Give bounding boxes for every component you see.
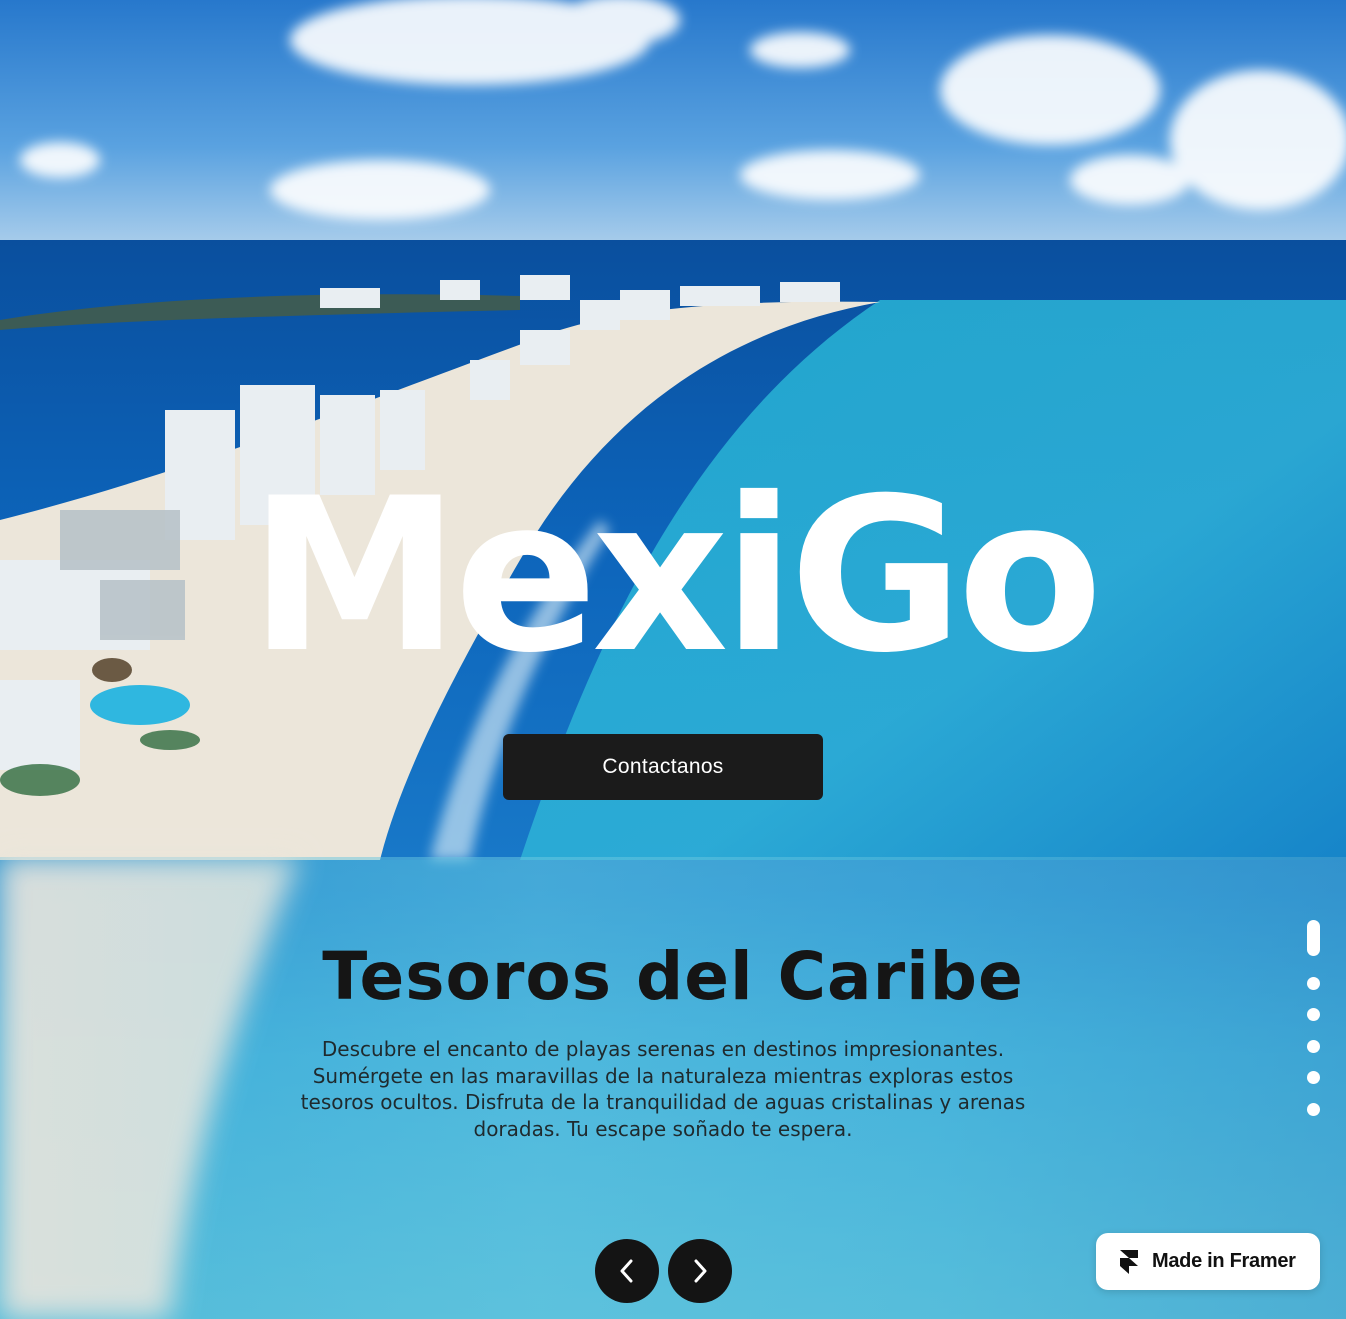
- pagination-dot[interactable]: [1307, 1071, 1320, 1084]
- contact-button[interactable]: Contactanos: [503, 734, 823, 800]
- badge-label: Made in Framer: [1152, 1250, 1296, 1272]
- slide-description: Descubre el encanto de playas serenas en…: [300, 1037, 1026, 1141]
- prev-slide-button[interactable]: [595, 1239, 659, 1303]
- pagination-dot[interactable]: [1307, 1008, 1320, 1021]
- made-in-framer-badge[interactable]: Made in Framer: [1096, 1233, 1320, 1290]
- pagination-dot[interactable]: [1307, 977, 1320, 990]
- next-slide-button[interactable]: [668, 1239, 732, 1303]
- pagination-dot[interactable]: [1307, 1103, 1320, 1116]
- chevron-right-icon: [694, 1259, 707, 1283]
- pagination-dot-active[interactable]: [1307, 920, 1320, 956]
- pagination-dot[interactable]: [1307, 1040, 1320, 1053]
- framer-logo-icon: [1120, 1249, 1138, 1274]
- hero-title: MexiGo: [249, 452, 1103, 699]
- slide-title: Tesoros del Caribe: [322, 938, 1024, 1015]
- chevron-left-icon: [620, 1259, 633, 1283]
